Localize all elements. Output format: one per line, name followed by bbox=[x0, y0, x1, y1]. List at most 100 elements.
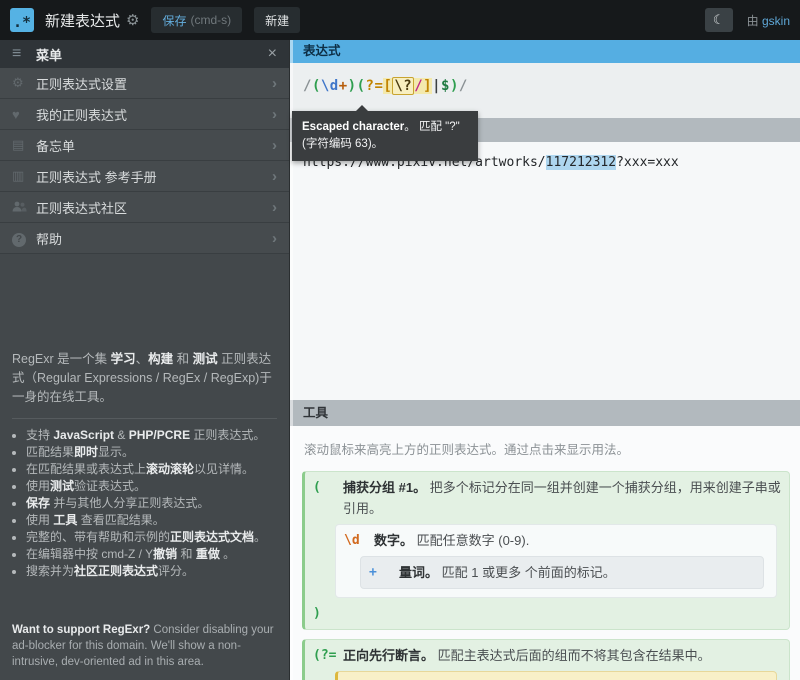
sidebar-item-label: 正则表达式 参考手册 bbox=[36, 167, 272, 186]
close-icon[interactable]: × bbox=[268, 46, 277, 62]
chevron-right-icon: › bbox=[272, 230, 277, 247]
token-digit-class: \d bbox=[344, 530, 374, 551]
regexr-app: .* 新建表达式 ⚙ 保存 (cmd-s) 新建 ☾ 由 gskin ≡ 菜单 … bbox=[0, 0, 800, 680]
explain-text: 捕获分组 #1。 把多个标记分在同一组并创建一个捕获分组，用来创建子串或引用。 bbox=[343, 477, 781, 519]
explain-row-quantifier[interactable]: + 量词。 匹配 1 或更多 个前面的标记。 bbox=[369, 562, 755, 583]
tools-section-header: 工具 bbox=[290, 400, 800, 426]
menu-header: ≡ 菜单 × bbox=[0, 40, 289, 68]
chevron-right-icon: › bbox=[272, 199, 277, 216]
explain-row-digit[interactable]: \d 数字。 匹配任意数字 (0-9). bbox=[344, 530, 768, 551]
explain-digit-box: \d 数字。 匹配任意数字 (0-9). + 量词。 匹配 1 或更多 个前面的… bbox=[335, 524, 777, 598]
feature-item: 匹配结果即时显示。 bbox=[26, 444, 279, 461]
save-shortcut: (cmd-s) bbox=[190, 13, 231, 27]
explain-panel: 滚动鼠标来高亮上方的正则表达式。通过点击来显示用法。 ( 捕获分组 #1。 把多… bbox=[290, 426, 800, 680]
explain-charset-box: [ 字符集。 匹配集合中的任何字符。 \? Escaped character。… bbox=[335, 671, 777, 680]
save-button[interactable]: 保存 (cmd-s) bbox=[151, 7, 242, 33]
chevron-right-icon: › bbox=[272, 75, 277, 92]
heart-icon: ♥ bbox=[12, 107, 36, 122]
feature-item: 在编辑器中按 cmd-Z / Y撤销 和 重做 。 bbox=[26, 546, 279, 563]
regex-group-close[interactable]: ) bbox=[348, 78, 357, 94]
help-icon: ? bbox=[12, 230, 36, 247]
explain-row-group-close[interactable]: ) bbox=[313, 603, 781, 624]
sidebar-item-reference[interactable]: ▥ 正则表达式 参考手册 › bbox=[0, 161, 289, 192]
explain-text: 数字。 匹配任意数字 (0-9). bbox=[374, 530, 529, 551]
save-label: 保存 bbox=[162, 12, 186, 29]
menu-list-icon: ≡ bbox=[12, 45, 36, 63]
feature-list: 支持 JavaScript & PHP/PCRE 正则表达式。 匹配结果即时显示… bbox=[0, 427, 289, 580]
sidebar-item-label: 正则表达式社区 bbox=[36, 198, 272, 217]
sidebar-item-help[interactable]: ? 帮助 › bbox=[0, 223, 289, 254]
pattern-title[interactable]: 新建表达式 bbox=[45, 10, 120, 31]
explain-lookahead-box: (?= 正向先行断言。 匹配主表达式后面的组而不将其包含在结果中。 [ 字符集。… bbox=[302, 639, 790, 680]
feature-item: 保存 并与其他人分享正则表达式。 bbox=[26, 495, 279, 512]
token-quantifier: + bbox=[369, 562, 399, 583]
byline: 由 gskin bbox=[747, 12, 790, 29]
explain-row-lookahead[interactable]: (?= 正向先行断言。 匹配主表达式后面的组而不将其包含在结果中。 bbox=[313, 645, 781, 666]
explain-row-group-open[interactable]: ( 捕获分组 #1。 把多个标记分在同一组并创建一个捕获分组，用来创建子串或引用… bbox=[313, 477, 781, 519]
regex-set-slash[interactable]: / bbox=[414, 78, 423, 94]
regex-set-open[interactable]: [ bbox=[383, 78, 392, 94]
pattern-settings-gear-icon[interactable]: ⚙ bbox=[126, 11, 139, 29]
by-label: 由 bbox=[747, 14, 762, 28]
sidebar-item-my-patterns[interactable]: ♥ 我的正则表达式 › bbox=[0, 99, 289, 130]
test-text-input[interactable]: https://www.pixiv.net/artworks/117212312… bbox=[290, 142, 800, 400]
token-lookahead: (?= bbox=[313, 645, 343, 666]
regex-delimiter: / bbox=[459, 78, 468, 94]
chevron-right-icon: › bbox=[272, 106, 277, 123]
feature-item: 搜索并为社区正则表达式评分。 bbox=[26, 563, 279, 580]
app-description: RegExr 是一个集 学习、构建 和 测试 正则表达式（Regular Exp… bbox=[12, 350, 277, 407]
sidebar-item-label: 备忘单 bbox=[36, 136, 272, 155]
explain-hint: 滚动鼠标来高亮上方的正则表达式。通过点击来显示用法。 bbox=[304, 439, 790, 458]
regex-lookahead-close[interactable]: ) bbox=[450, 78, 459, 94]
regex-quantifier[interactable]: + bbox=[339, 78, 348, 94]
expression-section-header: 表达式 bbox=[290, 40, 800, 63]
menu-sidebar: ≡ 菜单 × ⚙ 正则表达式设置 › ♥ 我的正则表达式 › ▤ 备忘单 › ▥… bbox=[0, 40, 290, 680]
gskinner-link[interactable]: gskin bbox=[762, 14, 790, 28]
token-group-open: ( bbox=[313, 477, 343, 519]
text-after-match: ?xxx=xxx bbox=[616, 155, 679, 170]
sidebar-item-settings[interactable]: ⚙ 正则表达式设置 › bbox=[0, 68, 289, 99]
main-panel: 表达式 /(\d+)(?=[\?/]|$)/ 文本 https://www.pi… bbox=[290, 40, 800, 680]
sidebar-item-label: 正则表达式设置 bbox=[36, 74, 272, 93]
cheatsheet-icon: ▤ bbox=[12, 137, 36, 153]
community-icon bbox=[12, 200, 36, 215]
chevron-right-icon: › bbox=[272, 168, 277, 185]
new-button[interactable]: 新建 bbox=[254, 7, 300, 33]
regex-lookahead-open[interactable]: ( bbox=[357, 78, 366, 94]
sidebar-item-cheatsheet[interactable]: ▤ 备忘单 › bbox=[0, 130, 289, 161]
explain-text: 正向先行断言。 匹配主表达式后面的组而不将其包含在结果中。 bbox=[343, 645, 711, 666]
explain-group-box: ( 捕获分组 #1。 把多个标记分在同一组并创建一个捕获分组，用来创建子串或引用… bbox=[302, 471, 790, 630]
sidebar-divider bbox=[12, 418, 277, 419]
dark-mode-toggle[interactable]: ☾ bbox=[705, 8, 733, 32]
feature-item: 完整的、带有帮助和示例的正则表达式文档。 bbox=[26, 529, 279, 546]
feature-item: 支持 JavaScript & PHP/PCRE 正则表达式。 bbox=[26, 427, 279, 444]
token-group-close: ) bbox=[313, 603, 343, 624]
ad-blocker-notice: Want to support RegExr? Consider disabli… bbox=[0, 622, 289, 680]
sidebar-item-community[interactable]: 正则表达式社区 › bbox=[0, 192, 289, 223]
regex-delimiter: / bbox=[303, 78, 312, 94]
explain-text: 量词。 匹配 1 或更多 个前面的标记。 bbox=[399, 562, 616, 583]
regex-alternation[interactable]: | bbox=[432, 78, 441, 94]
feature-item: 使用测试验证表达式。 bbox=[26, 478, 279, 495]
gear-icon: ⚙ bbox=[12, 75, 36, 91]
feature-item: 使用 工具 查看匹配结果。 bbox=[26, 512, 279, 529]
regex-set-close[interactable]: ] bbox=[423, 78, 432, 94]
menu-title: 菜单 bbox=[36, 45, 268, 64]
sidebar-item-label: 我的正则表达式 bbox=[36, 105, 272, 124]
regex-lookahead-op[interactable]: ?= bbox=[366, 78, 384, 94]
regex-escaped-question-hovered[interactable]: \? bbox=[392, 77, 414, 95]
top-bar: .* 新建表达式 ⚙ 保存 (cmd-s) 新建 ☾ 由 gskin bbox=[0, 0, 800, 40]
token-tooltip: Escaped character。 匹配 "?" (字符编码 63)。 bbox=[292, 111, 478, 161]
explain-quantifier-box: + 量词。 匹配 1 或更多 个前面的标记。 bbox=[360, 556, 764, 589]
regex-anchor-end[interactable]: $ bbox=[441, 78, 450, 94]
regexr-logo-icon[interactable]: .* bbox=[10, 8, 34, 32]
moon-icon: ☾ bbox=[713, 12, 725, 27]
sidebar-item-label: 帮助 bbox=[36, 229, 272, 248]
chevron-right-icon: › bbox=[272, 137, 277, 154]
new-label: 新建 bbox=[265, 12, 289, 29]
regex-digit-class[interactable]: \d bbox=[321, 78, 339, 94]
match-highlight[interactable]: 117212312 bbox=[546, 155, 616, 170]
feature-item: 在匹配结果或表达式上滚动滚轮以见详情。 bbox=[26, 461, 279, 478]
regex-group-open[interactable]: ( bbox=[312, 78, 321, 94]
reference-book-icon: ▥ bbox=[12, 168, 36, 184]
